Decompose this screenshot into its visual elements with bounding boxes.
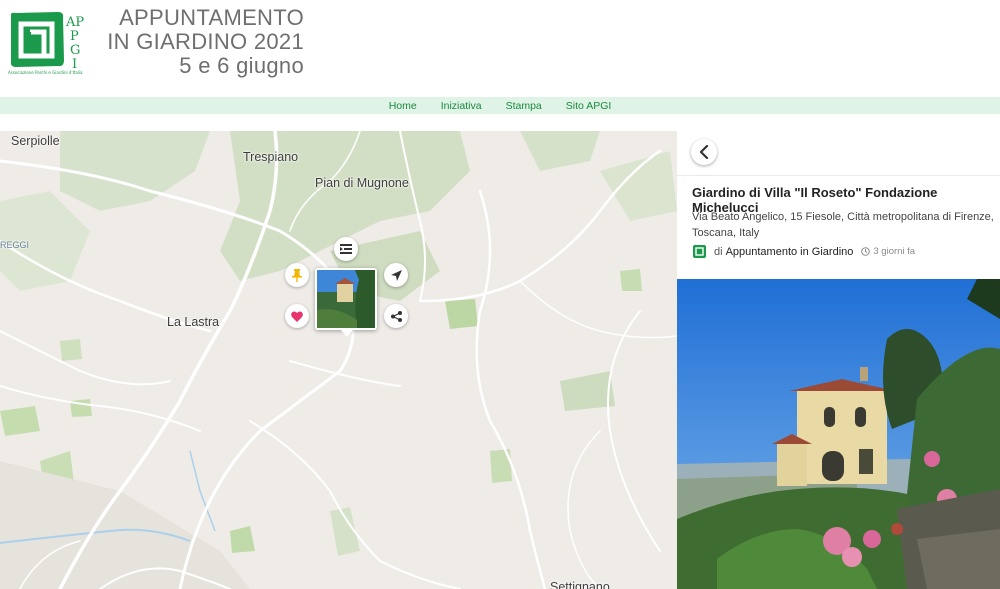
by-label: di xyxy=(714,245,723,258)
title-line-1: APPUNTAMENTO xyxy=(119,5,304,30)
logo-org-caption: Associazione Parchi e Giardini d'Italia xyxy=(8,70,83,75)
logo-letter: APGI xyxy=(65,15,84,30)
author-link[interactable]: Appuntamento in Giardino xyxy=(726,246,854,258)
title-line-2: IN GIARDINO 2021 xyxy=(107,29,304,54)
place-address: Via Beato Angelico, 15 Fiesole, Città me… xyxy=(692,211,994,239)
nav-sito-apgi[interactable]: Sito APGI xyxy=(566,100,612,112)
nav-stampa[interactable]: Stampa xyxy=(506,100,542,112)
nav-iniziativa[interactable]: Iniziativa xyxy=(441,100,482,112)
site-header: APGI P G I Associazione Parchi e Giardin… xyxy=(0,0,1000,97)
place-photo-marker[interactable] xyxy=(315,268,377,330)
place-trespiano: Trespiano xyxy=(243,150,299,164)
back-button[interactable] xyxy=(691,139,717,165)
main-nav: Home Iniziativa Stampa Sito APGI xyxy=(0,97,1000,114)
title-line-3: 5 e 6 giugno xyxy=(179,53,304,78)
place-la-lastra: La Lastra xyxy=(167,315,220,329)
marker-pointer xyxy=(341,330,353,337)
heart-icon[interactable] xyxy=(285,304,309,328)
map-canvas[interactable]: Serpiolle Trespiano Pian di Mugnone La L… xyxy=(0,131,677,589)
author-row: di Appuntamento in Giardino 3 giorni fa xyxy=(693,245,915,258)
map-tiles xyxy=(0,131,677,589)
nav-home[interactable]: Home xyxy=(389,100,417,112)
chevron-left-icon xyxy=(699,145,709,159)
svg-text:P: P xyxy=(70,29,79,44)
event-title: APPUNTAMENTO IN GIARDINO 2021 5 e 6 giug… xyxy=(100,6,304,78)
navigate-icon[interactable] xyxy=(384,263,408,287)
list-icon[interactable] xyxy=(334,237,358,261)
place-serpiolle: Serpiolle xyxy=(11,134,60,148)
place-careggi: REGGI xyxy=(0,240,30,250)
place-pian-di-mugnone: Pian di Mugnone xyxy=(315,176,409,190)
svg-text:G: G xyxy=(70,43,80,58)
place-photo[interactable] xyxy=(677,279,1000,589)
place-settignano: Settignano xyxy=(550,580,610,589)
time-ago: 3 giorni fa xyxy=(873,246,916,257)
clock-icon xyxy=(861,247,871,256)
marker-thumbnail xyxy=(317,270,375,328)
place-detail-panel: Giardino di Villa "Il Roseto" Fondazione… xyxy=(677,131,1000,589)
pin-icon[interactable] xyxy=(285,263,309,287)
share-icon[interactable] xyxy=(384,304,408,328)
panel-divider xyxy=(677,175,1000,176)
author-avatar-icon xyxy=(693,245,706,258)
apgi-logo[interactable]: APGI P G I xyxy=(8,10,100,78)
